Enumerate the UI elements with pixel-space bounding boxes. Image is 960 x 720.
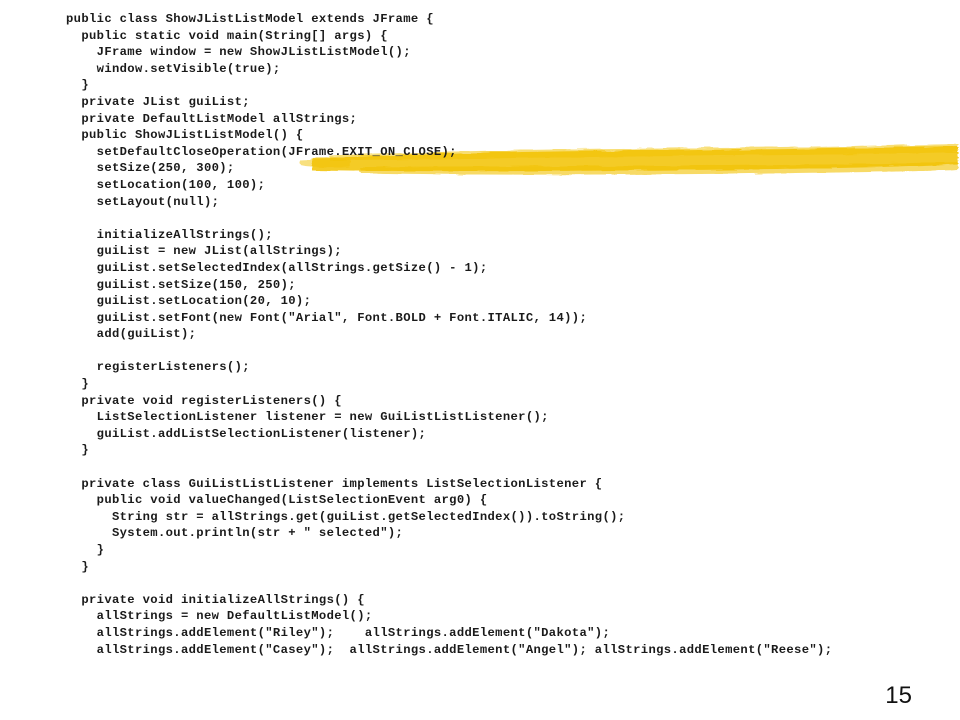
code-line: guiList = new JList(allStrings); <box>66 244 342 259</box>
code-line: guiList.setFont(new Font("Arial", Font.B… <box>66 310 588 325</box>
code-line: } <box>66 559 89 574</box>
code-line: public static void main(String[] args) { <box>66 28 388 43</box>
code-line: } <box>66 377 89 392</box>
code-line: } <box>66 543 105 557</box>
code-line: setSize(250, 300); <box>66 161 235 176</box>
code-line: private void registerListeners() { <box>66 393 342 408</box>
code-line: private void initializeAllStrings() { <box>66 592 365 607</box>
code-line: } <box>66 78 89 93</box>
slide: public class ShowJListListModel extends … <box>0 0 960 720</box>
code-line: String str = allStrings.get(guiList.getS… <box>66 509 626 524</box>
slide-number: 15 <box>885 682 912 709</box>
code-line: System.out.println(str + " selected"); <box>66 526 404 541</box>
code-line: allStrings.addElement("Casey"); allStrin… <box>66 642 833 657</box>
code-line: guiList.setSize(150, 250); <box>66 277 296 292</box>
code-line: guiList.addListSelectionListener(listene… <box>66 426 427 441</box>
code-line: guiList.setSelectedIndex(allStrings.getS… <box>66 260 488 275</box>
code-line: private class GuiListListListener implem… <box>66 476 603 491</box>
code-line: add(guiList); <box>66 327 197 342</box>
code-line: allStrings = new DefaultListModel(); <box>66 609 373 624</box>
code-line: window.setVisible(true); <box>66 61 281 76</box>
code-line: public void valueChanged(ListSelectionEv… <box>66 493 488 508</box>
code-line: public class ShowJListListModel extends … <box>66 12 434 26</box>
code-line: setDefaultCloseOperation(JFrame.EXIT_ON_… <box>66 144 457 159</box>
code-line: public ShowJListListModel() { <box>66 128 304 143</box>
code-line: private DefaultListModel allStrings; <box>66 111 358 126</box>
code-line: ListSelectionListener listener = new Gui… <box>66 410 549 425</box>
code-line: setLocation(100, 100); <box>66 177 266 192</box>
code-line: registerListeners(); <box>66 360 250 375</box>
code-line: allStrings.addElement("Riley"); allStrin… <box>66 625 611 640</box>
code-line: guiList.setLocation(20, 10); <box>66 294 312 309</box>
code-line: } <box>66 443 89 458</box>
code-line: private JList guiList; <box>66 94 250 109</box>
code-line: JFrame window = new ShowJListListModel()… <box>66 45 411 60</box>
code-line: initializeAllStrings(); <box>66 227 273 242</box>
code-listing: public class ShowJListListModel extends … <box>66 11 906 658</box>
code-line: setLayout(null); <box>66 194 220 209</box>
